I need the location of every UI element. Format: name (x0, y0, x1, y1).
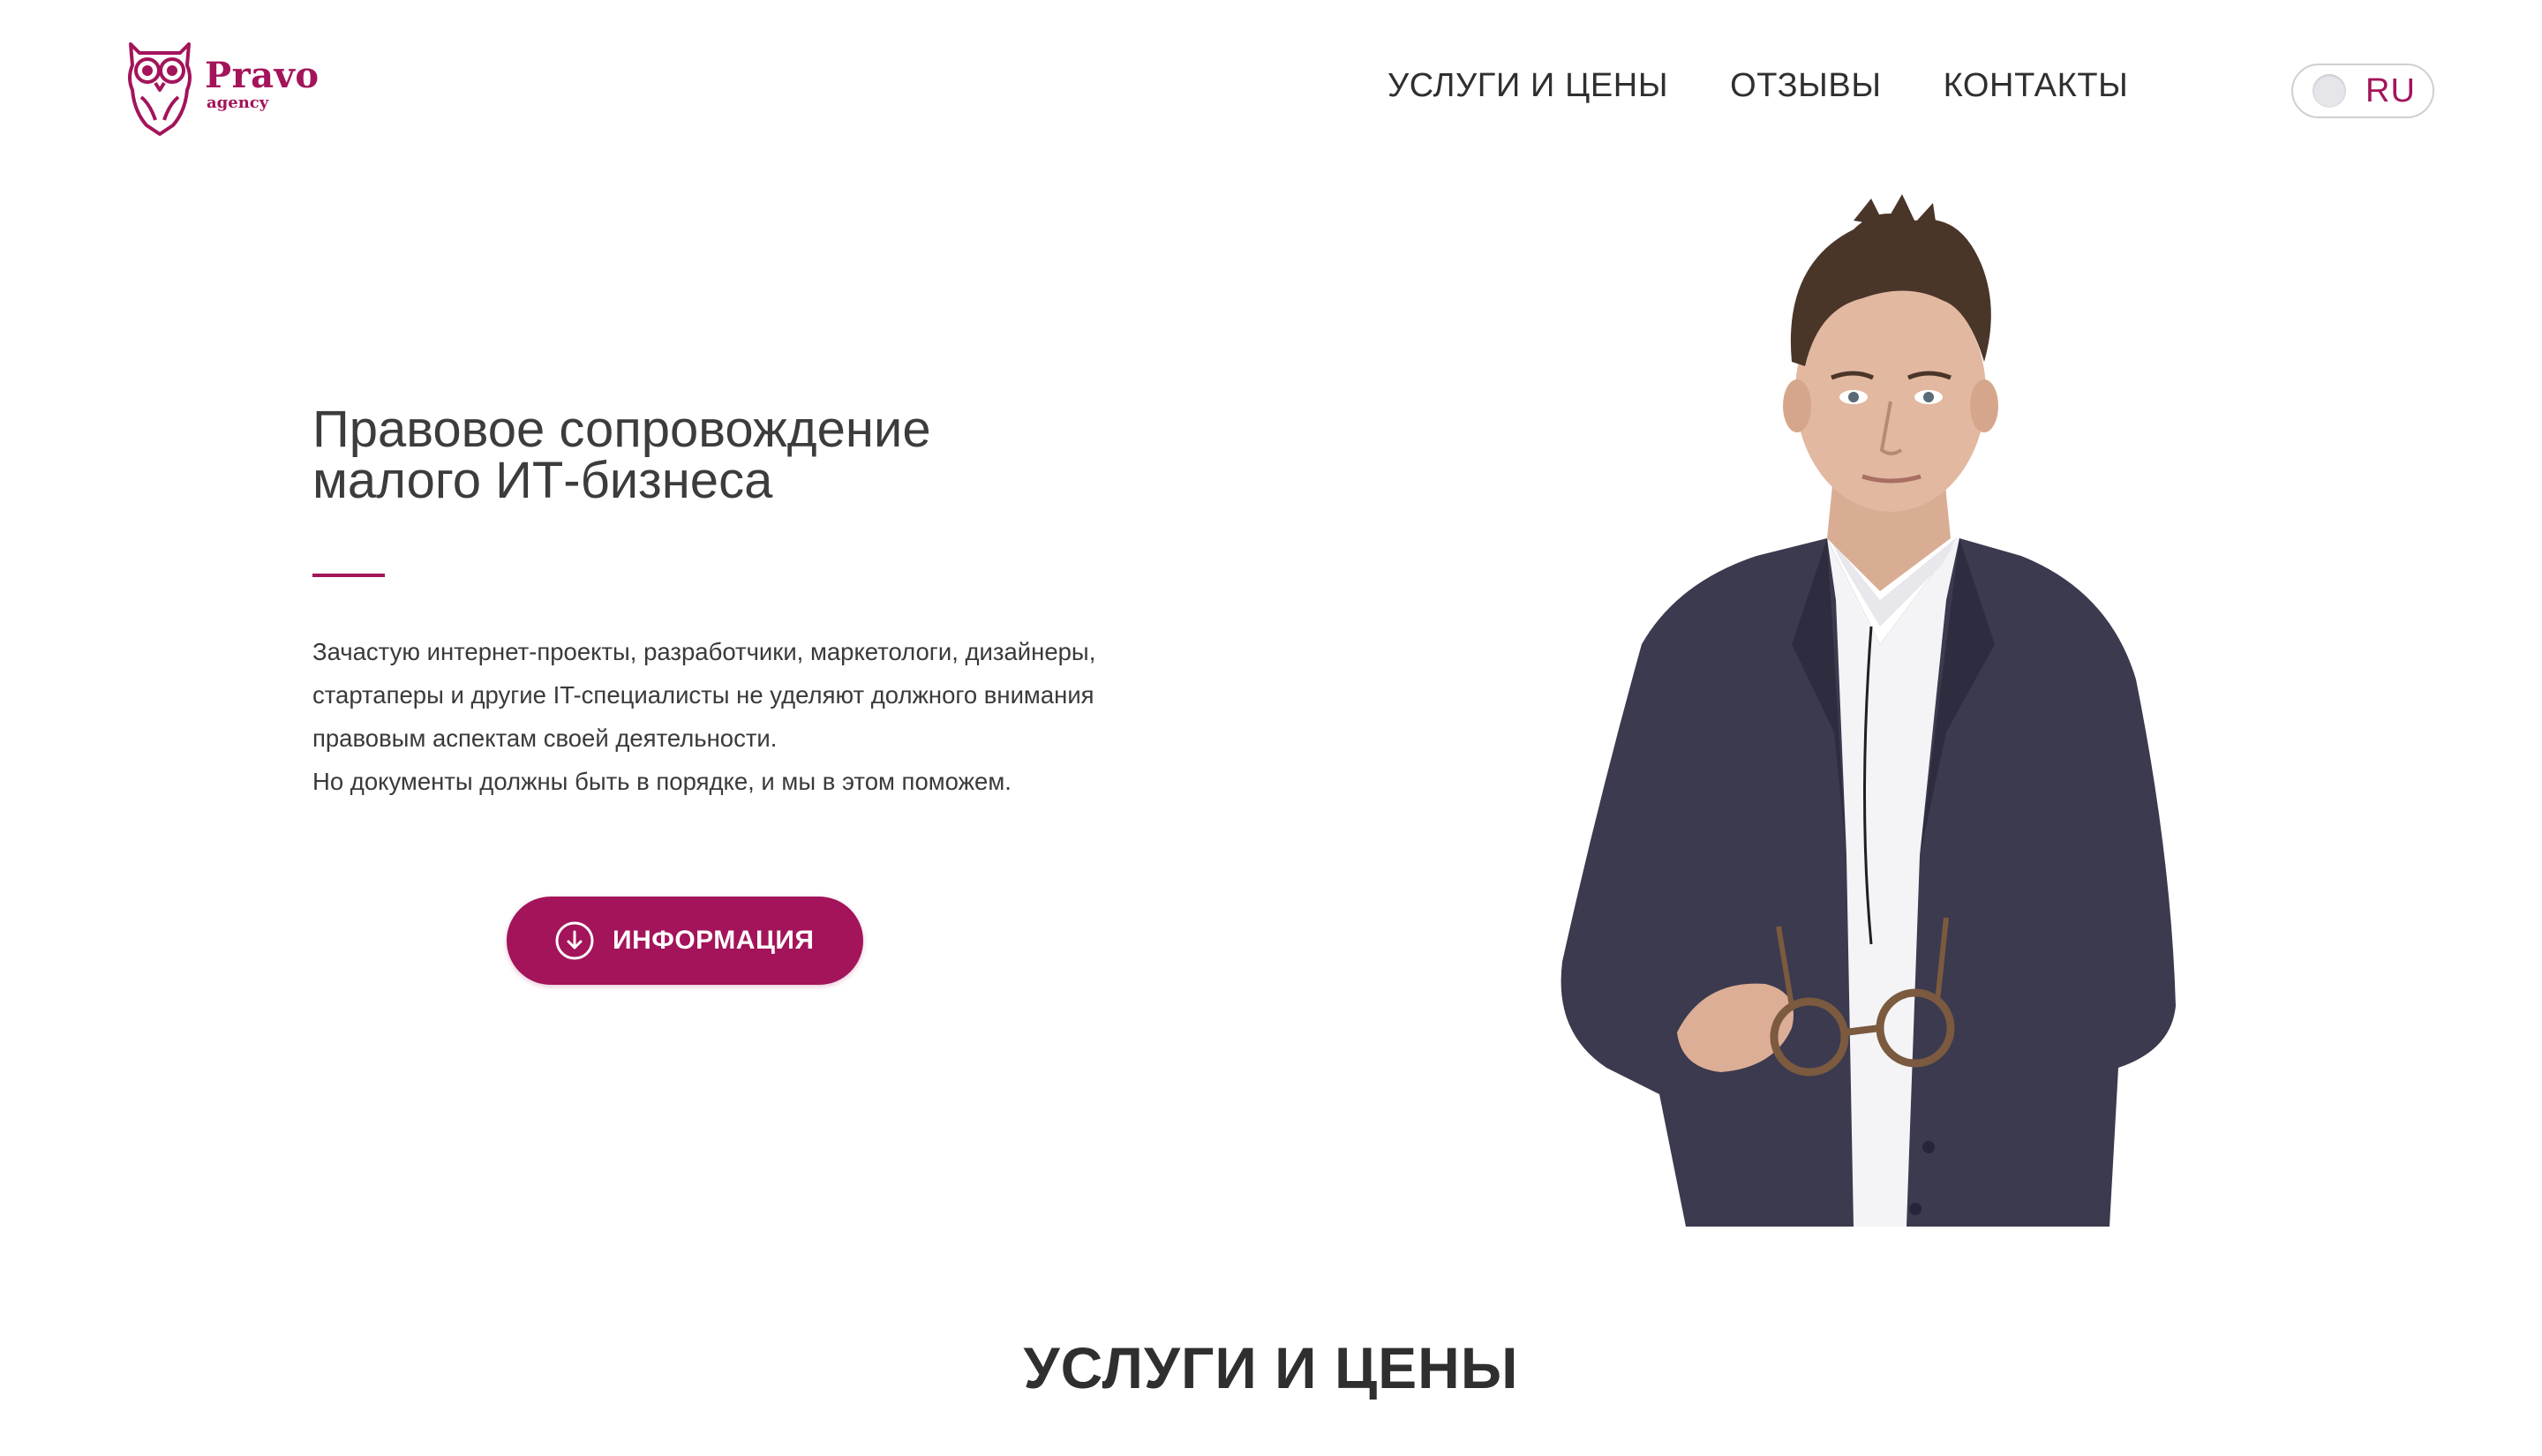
owl-icon (128, 42, 192, 136)
info-button[interactable]: ИНФОРМАЦИЯ (507, 897, 863, 985)
language-label: RU (2365, 71, 2416, 109)
nav-link-reviews[interactable]: ОТЗЫВЫ (1730, 67, 1882, 105)
logo[interactable]: Pravo agency (124, 39, 320, 138)
main-nav: УСЛУГИ И ЦЕНЫ ОТЗЫВЫ КОНТАКТЫ (1388, 67, 2190, 105)
hero-portrait (1561, 194, 2176, 1227)
nav-link-services[interactable]: УСЛУГИ И ЦЕНЫ (1388, 67, 1668, 105)
services-section-title: УСЛУГИ И ЦЕНЫ (1023, 1335, 1519, 1400)
landing-page: Pravo agency УСЛУГИ И ЦЕНЫ ОТЗЫВЫ КОНТАК… (0, 0, 2542, 1456)
hero-description: Зачастую интернет-проекты, разработчики,… (312, 630, 1248, 803)
hero-text-line: Зачастую интернет-проекты, разработчики,… (312, 638, 1096, 665)
info-button-label: ИНФОРМАЦИЯ (613, 926, 815, 955)
hero-title-line: малого ИТ-бизнеса (312, 452, 773, 509)
hero-text-line: Но документы должны быть в порядке, и мы… (312, 768, 1012, 795)
toggle-knob (2313, 74, 2346, 108)
arrow-down-circle-icon (555, 921, 594, 960)
hero-title-line: Правовое сопровождение (312, 401, 931, 458)
hero-text-line: стартаперы и другие IT-специалисты не уд… (312, 681, 1094, 709)
nav-link-contacts[interactable]: КОНТАКТЫ (1944, 67, 2129, 105)
logo-name: Pravo (205, 55, 320, 96)
hero-text-line: правовым аспектам своей деятельности. (312, 724, 778, 752)
hero-title: Правовое сопровождение малого ИТ-бизнеса (312, 404, 1195, 507)
language-toggle[interactable]: RU (2291, 64, 2434, 118)
logo-subtitle: agency (207, 94, 269, 112)
accent-divider (312, 574, 385, 577)
